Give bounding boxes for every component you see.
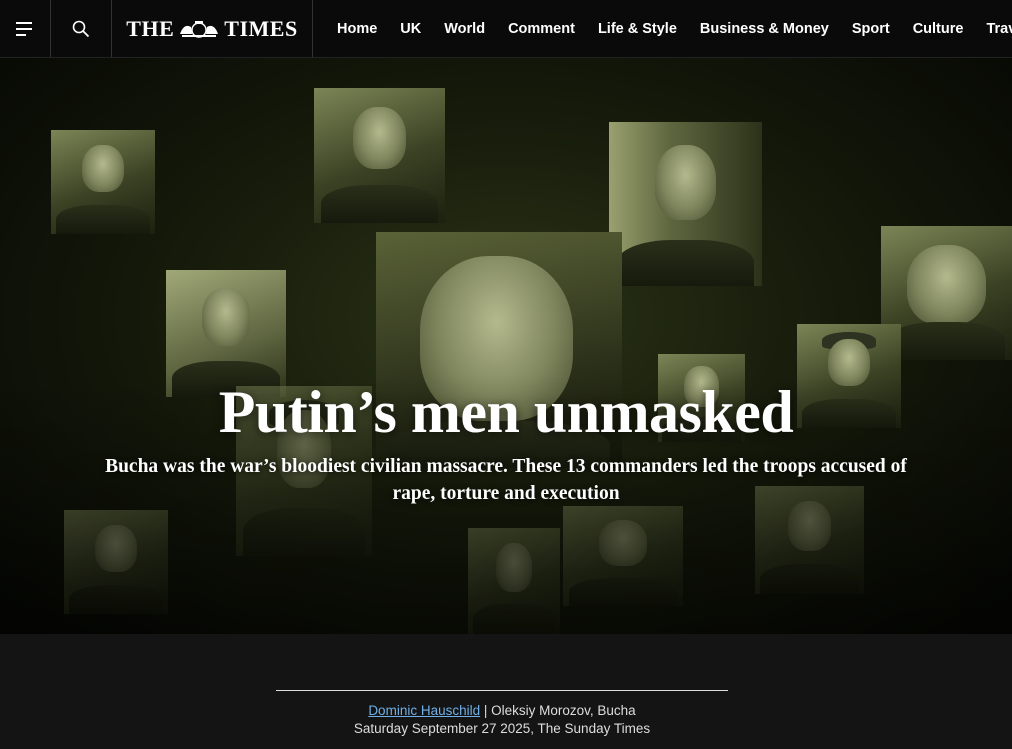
byline-separator: | xyxy=(480,703,492,718)
nav-life-style[interactable]: Life & Style xyxy=(598,21,677,37)
nav-world[interactable]: World xyxy=(444,21,485,37)
menu-button[interactable] xyxy=(0,0,51,57)
article-standfirst: Bucha was the war’s bloodiest civilian m… xyxy=(105,456,907,504)
the-times-logo[interactable]: THE TIMES xyxy=(112,0,313,57)
nav-sport[interactable]: Sport xyxy=(852,21,890,37)
nav-uk[interactable]: UK xyxy=(400,21,421,37)
byline-block: Dominic Hauschild | Oleksiy Morozov, Buc… xyxy=(276,690,728,738)
nav-comment[interactable]: Comment xyxy=(508,21,575,37)
nav-culture[interactable]: Culture xyxy=(913,21,964,37)
nav-travel[interactable]: Travel xyxy=(986,21,1012,37)
search-button[interactable] xyxy=(51,0,112,57)
byline: Dominic Hauschild | Oleksiy Morozov, Buc… xyxy=(276,702,728,720)
top-navigation-bar: THE TIMES Home UK World Comment Life & S… xyxy=(0,0,1012,58)
nav-home[interactable]: Home xyxy=(337,21,377,37)
logo-wordmark: THE TIMES xyxy=(126,15,298,41)
hero-collage xyxy=(0,58,1012,634)
hero-gradient-overlay xyxy=(0,58,1012,634)
nav-business-money[interactable]: Business & Money xyxy=(700,21,829,37)
search-icon xyxy=(72,20,90,37)
main-nav: Home UK World Comment Life & Style Busin… xyxy=(313,0,1012,57)
hamburger-menu-icon xyxy=(16,21,32,36)
publish-date: Saturday September 27 2025, The Sunday T… xyxy=(353,721,651,736)
contributor-name: Oleksiy Morozov, Bucha xyxy=(491,703,636,718)
author-link[interactable]: Dominic Hauschild xyxy=(368,703,480,718)
article-headline: Putin’s men unmasked xyxy=(218,379,794,445)
royal-crest-icon xyxy=(180,20,219,38)
